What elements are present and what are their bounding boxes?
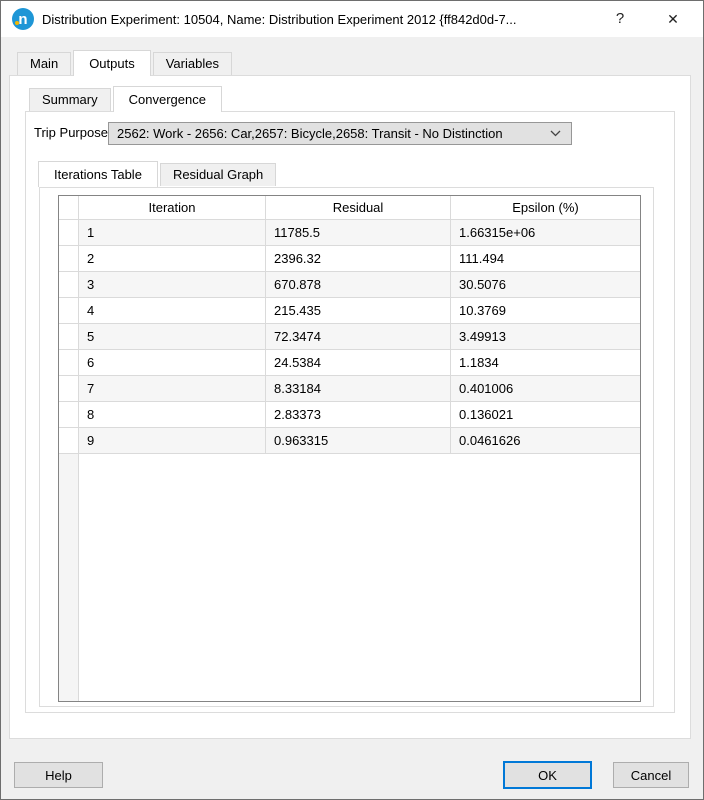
table-cell: 2 (79, 246, 266, 272)
table-cell: 6 (79, 350, 266, 376)
trip-purpose-value: 2562: Work - 2656: Car,2657: Bicycle,265… (117, 126, 503, 141)
row-header-cell (59, 246, 79, 272)
tab-iterations-table[interactable]: Iterations Table (38, 161, 158, 187)
chevron-down-icon (550, 130, 561, 137)
table-cell: 215.435 (266, 298, 451, 324)
titlebar-help-button[interactable]: ? (597, 1, 643, 37)
sub-tabs: Summary Convergence (29, 86, 224, 112)
tab-variables[interactable]: Variables (152, 52, 232, 75)
table-cell: 2396.32 (266, 246, 451, 272)
table-cell: 1.1834 (451, 350, 640, 376)
tab-main[interactable]: Main (17, 52, 72, 75)
table-empty-area (59, 454, 640, 701)
table-cell: 3 (79, 272, 266, 298)
table-cell: 1 (79, 220, 266, 246)
help-button[interactable]: Help (14, 762, 103, 788)
app-icon-letter: n (18, 10, 28, 28)
row-header-cell (59, 272, 79, 298)
tab-summary[interactable]: Summary (29, 88, 111, 111)
column-header-residual[interactable]: Residual (266, 196, 451, 220)
table-cell: 9 (79, 428, 266, 454)
table-cell: 0.963315 (266, 428, 451, 454)
table-cell: 24.5384 (266, 350, 451, 376)
table-cell: 670.878 (266, 272, 451, 298)
row-header-cell (59, 298, 79, 324)
table-header-row: Iteration Residual Epsilon (%) (59, 196, 640, 220)
table-cell: 111.494 (451, 246, 640, 272)
title-bar: n Distribution Experiment: 10504, Name: … (1, 1, 703, 37)
row-header-gutter-fill (59, 454, 79, 701)
row-header-cell (59, 220, 79, 246)
table-cell: 0.0461626 (451, 428, 640, 454)
tab-residual-graph[interactable]: Residual Graph (159, 163, 277, 186)
row-header-cell (59, 350, 79, 376)
table-cell: 4 (79, 298, 266, 324)
table-row[interactable]: 2 2396.32 111.494 (59, 246, 640, 272)
table-cell: 8.33184 (266, 376, 451, 402)
table-body: 1 11785.5 1.66315e+06 2 2396.32 111.494 3 670.8… (59, 220, 640, 454)
table-row[interactable]: 6 24.5384 1.1834 (59, 350, 640, 376)
cancel-button[interactable]: Cancel (613, 762, 689, 788)
table-row[interactable]: 5 72.3474 3.49913 (59, 324, 640, 350)
table-cell: 72.3474 (266, 324, 451, 350)
table-cell: 3.49913 (451, 324, 640, 350)
tab-convergence[interactable]: Convergence (112, 86, 222, 112)
iterations-table: Iteration Residual Epsilon (%) 1 11785.5 1.6… (58, 195, 641, 702)
main-tabs: Main Outputs Variables (17, 50, 234, 76)
table-row[interactable]: 7 8.33184 0.401006 (59, 376, 640, 402)
table-cell: 0.401006 (451, 376, 640, 402)
row-header-cell (59, 428, 79, 454)
table-cell: 7 (79, 376, 266, 402)
trip-purpose-label: Trip Purpose: (34, 125, 112, 140)
row-header-cell (59, 376, 79, 402)
close-icon[interactable]: ✕ (643, 1, 703, 37)
table-row[interactable]: 1 11785.5 1.66315e+06 (59, 220, 640, 246)
table-cell: 30.5076 (451, 272, 640, 298)
table-cell: 1.66315e+06 (451, 220, 640, 246)
app-icon: n (12, 8, 34, 30)
table-row[interactable]: 3 670.878 30.5076 (59, 272, 640, 298)
table-cell: 8 (79, 402, 266, 428)
table-row[interactable]: 4 215.435 10.3769 (59, 298, 640, 324)
column-header-epsilon[interactable]: Epsilon (%) (451, 196, 640, 220)
app-icon-dot (15, 21, 19, 25)
tab-outputs[interactable]: Outputs (73, 50, 151, 76)
ok-button[interactable]: OK (503, 761, 592, 789)
table-cell: 5 (79, 324, 266, 350)
table-cell: 0.136021 (451, 402, 640, 428)
row-header-gutter (59, 196, 79, 220)
column-header-iteration[interactable]: Iteration (79, 196, 266, 220)
table-cell: 2.83373 (266, 402, 451, 428)
row-header-cell (59, 402, 79, 428)
window-title: Distribution Experiment: 10504, Name: Di… (42, 11, 517, 27)
trip-purpose-dropdown[interactable]: 2562: Work - 2656: Car,2657: Bicycle,265… (108, 122, 572, 145)
view-tabs: Iterations Table Residual Graph (38, 161, 278, 187)
table-row[interactable]: 8 2.83373 0.136021 (59, 402, 640, 428)
dialog-window: n Distribution Experiment: 10504, Name: … (0, 0, 704, 800)
row-header-cell (59, 324, 79, 350)
table-row[interactable]: 9 0.963315 0.0461626 (59, 428, 640, 454)
table-cell: 10.3769 (451, 298, 640, 324)
table-cell: 11785.5 (266, 220, 451, 246)
